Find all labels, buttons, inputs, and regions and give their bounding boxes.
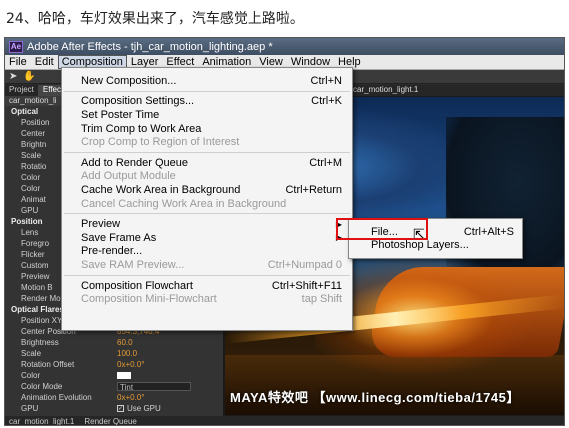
- color-swatch[interactable]: [117, 372, 131, 379]
- property-value[interactable]: 0x+0.0°: [117, 393, 177, 402]
- property-row[interactable]: Brightness 60.0: [5, 337, 223, 348]
- menu-item-crop-comp-to-region-of-interest: Crop Comp to Region of Interest: [62, 135, 352, 149]
- property-name: GPU: [21, 404, 39, 413]
- menu-item-cache-work-area-in-background[interactable]: Cache Work Area in Background Ctrl+Return: [62, 183, 352, 197]
- property-row[interactable]: Animation Evolution 0x+0.0°: [5, 392, 223, 403]
- property-row[interactable]: Color: [5, 370, 223, 381]
- menu-item-shortcut: Ctrl+N: [310, 74, 342, 87]
- menu-item-label: Add to Render Queue: [81, 156, 189, 169]
- mouse-cursor-icon: ⇱: [413, 226, 425, 242]
- caption: 24、哈哈，车灯效果出来了，汽车感觉上路啦。: [6, 11, 304, 27]
- menu-item-label: Save Frame As: [81, 231, 157, 244]
- menu-item-label: Composition Settings...: [81, 95, 195, 108]
- menu-item-composition-settings[interactable]: Composition Settings... Ctrl+K: [62, 95, 352, 109]
- menu-item-shortcut: Ctrl+Return: [285, 183, 342, 196]
- timeline-tab[interactable]: Render Queue: [84, 417, 136, 425]
- property-name: Rotation Offset: [21, 360, 75, 369]
- menu-separator: [64, 90, 350, 92]
- window-title: Adobe After Effects - tjh_car_motion_lig…: [27, 40, 273, 53]
- menu-separator: [64, 151, 350, 153]
- menu-item-pre-render[interactable]: Pre-render...: [62, 245, 352, 259]
- menu-item-label: Cancel Caching Work Area in Background: [81, 197, 287, 210]
- menu-item-set-poster-time[interactable]: Set Poster Time: [62, 108, 352, 122]
- menu-item-shortcut: tap Shift: [301, 293, 342, 306]
- composition-menu: New Composition... Ctrl+N Composition Sett…: [61, 67, 353, 331]
- watermark: MAYA特效吧 【www.linecg.com/tieba/1745】: [230, 390, 520, 405]
- checkbox-icon[interactable]: ✓: [117, 405, 124, 412]
- menu-item-cancel-caching-work-area-in-background: Cancel Caching Work Area in Background: [62, 197, 352, 211]
- after-effects-window: Ae Adobe After Effects - tjh_car_motion_…: [4, 37, 565, 426]
- menu-separator: [64, 213, 350, 215]
- menu-file[interactable]: File: [5, 56, 31, 68]
- menu-item-new-composition[interactable]: New Composition... Ctrl+N: [62, 74, 352, 88]
- menu-item-label: Crop Comp to Region of Interest: [81, 136, 240, 149]
- menu-item-shortcut: Ctrl+M: [309, 156, 342, 169]
- property-value[interactable]: 100.0: [117, 349, 177, 358]
- menu-item-composition-mini-flowchart: Composition Mini-Flowchart tap Shift: [62, 292, 352, 306]
- title-bar: Ae Adobe After Effects - tjh_car_motion_…: [5, 38, 564, 55]
- menu-item-shortcut: Ctrl+Numpad 0: [267, 258, 342, 271]
- menu-item-label: Save RAM Preview...: [81, 258, 185, 271]
- menu-item-label: Trim Comp to Work Area: [81, 122, 202, 135]
- property-dropdown[interactable]: Tint: [117, 382, 191, 392]
- tab-project[interactable]: Project: [5, 85, 39, 96]
- timeline-tab[interactable]: car_motion_light.1: [9, 417, 74, 425]
- property-name: Scale: [21, 349, 42, 358]
- menu-item-shortcut: Ctrl+Shift+F11: [271, 279, 342, 292]
- menu-item-add-output-module: Add Output Module: [62, 170, 352, 184]
- menu-item-shortcut: Ctrl+K: [311, 95, 342, 108]
- hand-tool-icon[interactable]: ✋: [23, 71, 35, 82]
- property-name: Color: [21, 371, 41, 380]
- property-name: Brightness: [21, 338, 59, 347]
- menu-item-save-frame-as[interactable]: Save Frame As ▶: [62, 231, 352, 245]
- menu-item-add-to-render-queue[interactable]: Add to Render Queue Ctrl+M: [62, 156, 352, 170]
- selection-tool-icon[interactable]: ➤: [9, 71, 17, 82]
- menu-item-label: Cache Work Area in Background: [81, 183, 241, 196]
- menu-item-preview[interactable]: Preview ▶: [62, 217, 352, 231]
- property-row[interactable]: Color Mode Tint: [5, 381, 223, 392]
- menu-item-label: Pre-render...: [81, 245, 143, 258]
- property-row[interactable]: Rotation Offset 0x+0.0°: [5, 359, 223, 370]
- property-name: Color Mode: [21, 382, 63, 391]
- ae-logo-icon: Ae: [9, 40, 23, 53]
- submenu-item-photoshop-layers[interactable]: Photoshop Layers...: [349, 239, 522, 253]
- menu-item-save-ram-preview: Save RAM Preview... Ctrl+Numpad 0: [62, 258, 352, 272]
- menu-item-trim-comp-to-work-area[interactable]: Trim Comp to Work Area: [62, 122, 352, 136]
- checkbox-label: Use GPU: [127, 404, 161, 413]
- menu-item-composition-flowchart[interactable]: Composition Flowchart Ctrl+Shift+F11: [62, 279, 352, 293]
- property-row[interactable]: Scale 100.0: [5, 348, 223, 359]
- menu-item-label: Set Poster Time: [81, 108, 160, 121]
- menu-item-label: Composition Mini-Flowchart: [81, 293, 217, 306]
- property-value[interactable]: 0x+0.0°: [117, 360, 177, 369]
- timeline-tabs: car_motion_light.1 Render Queue: [5, 416, 564, 425]
- menu-item-label: Add Output Module: [81, 170, 176, 183]
- submenu-item-shortcut: Ctrl+Alt+S: [463, 225, 514, 238]
- property-row[interactable]: GPU ✓ Use GPU: [5, 403, 223, 414]
- menu-edit[interactable]: Edit: [31, 56, 58, 68]
- menu-separator: [64, 274, 350, 276]
- menu-item-label: Preview: [81, 218, 121, 231]
- property-name: Animation Evolution: [21, 393, 92, 402]
- menu-item-label: Composition Flowchart: [81, 279, 193, 292]
- menu-item-label: New Composition...: [81, 74, 177, 87]
- property-value[interactable]: 60.0: [117, 338, 177, 347]
